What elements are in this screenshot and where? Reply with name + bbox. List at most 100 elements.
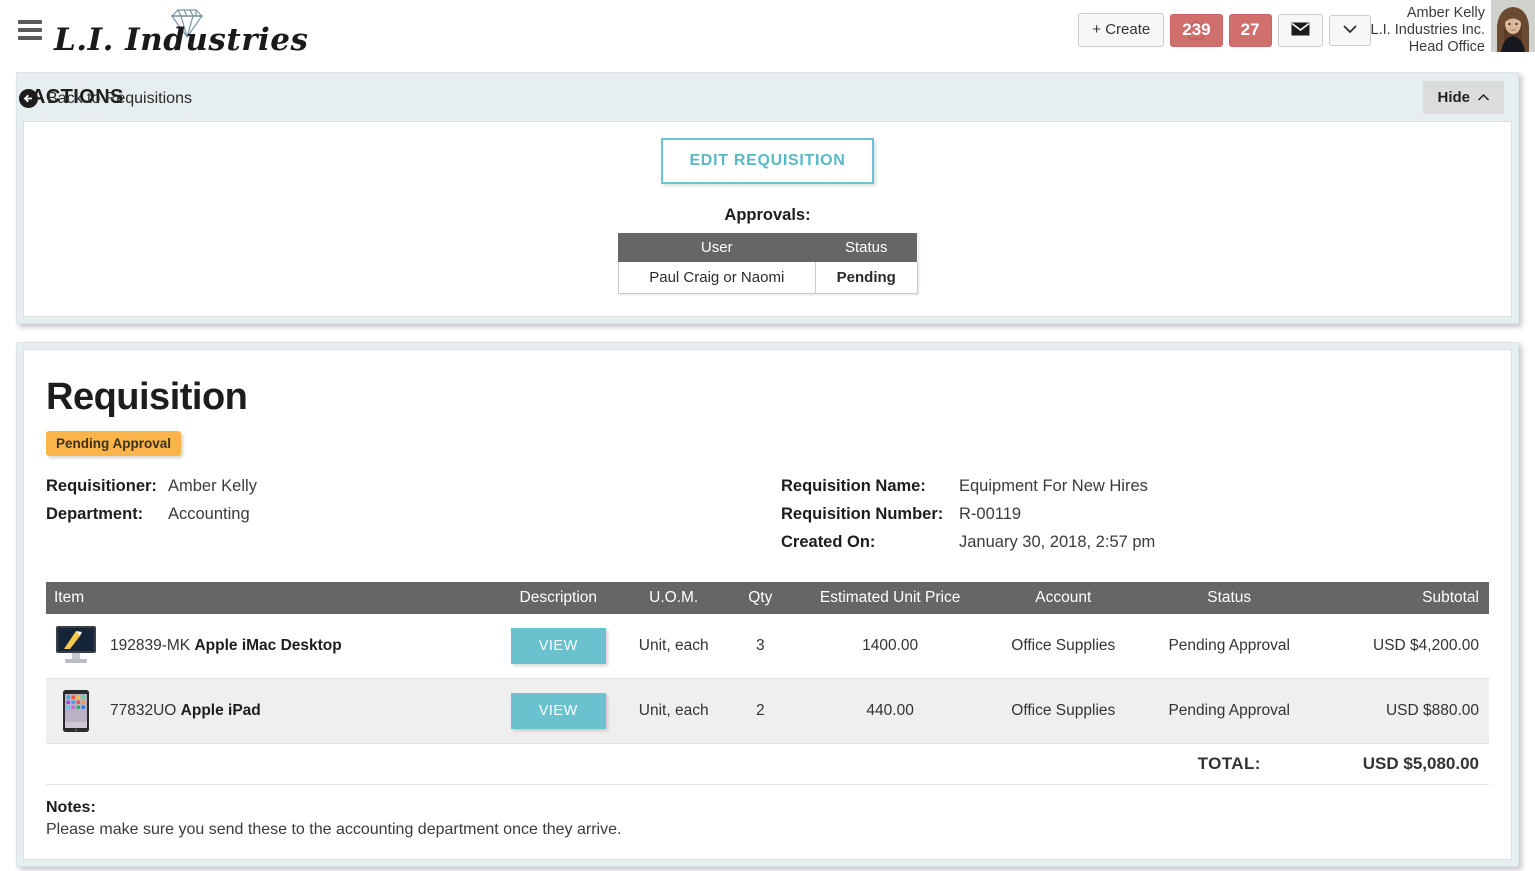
field-requisitioner: Requisitioner: Amber Kelly <box>46 472 781 500</box>
actions-hide-button[interactable]: Hide <box>1423 80 1504 114</box>
user-name: Amber Kelly <box>1406 5 1485 21</box>
item-sku: 77832UO <box>110 702 177 719</box>
items-header-row: Item Description U.O.M. Qty Estimated Un… <box>46 582 1489 614</box>
home-count-value: 239 <box>1182 19 1211 39</box>
top-header-bar: L.I. Industries + Create 239 27 Amber Ke… <box>0 0 1535 108</box>
user-avatar-photo <box>1491 0 1535 52</box>
field-created-on: Created On: January 30, 2018, 2:57 pm <box>781 528 1489 556</box>
envelope-icon <box>1291 22 1310 35</box>
item-sku: 192839-MK <box>110 637 191 654</box>
approvals-header-row: User Status <box>618 233 917 262</box>
alert-count-value: 27 <box>1240 19 1260 39</box>
item-unit-price: 440.00 <box>796 678 984 744</box>
items-col-qty: Qty <box>724 582 797 614</box>
field-created-on-label: Created On: <box>781 533 876 551</box>
item-qty: 3 <box>724 614 797 679</box>
item-cell: 77832UO Apple iPad <box>46 678 494 744</box>
item-subtotal: USD $880.00 <box>1315 678 1489 744</box>
item-name: Apple iPad <box>180 702 261 719</box>
header-dropdown-button[interactable] <box>1328 14 1371 46</box>
field-requisition-number-value: R-00119 <box>959 505 1022 523</box>
item-description-cell: VIEW <box>493 678 624 744</box>
requisition-panel-body: Requisition Pending Approval Requisition… <box>23 349 1512 860</box>
item-name: Apple iMac Desktop <box>194 637 342 654</box>
status-badge: Pending Approval <box>46 431 182 456</box>
item-uom: Unit, each <box>623 678 725 744</box>
total-spacer <box>46 743 1143 785</box>
chevron-up-icon <box>1477 93 1490 101</box>
brand-logo[interactable]: L.I. Industries <box>50 6 308 64</box>
item-status: Pending Approval <box>1142 614 1316 679</box>
actions-panel-header: ACTIONS Hide <box>17 73 1518 121</box>
requisition-items-table: Item Description U.O.M. Qty Estimated Un… <box>46 582 1489 785</box>
item-unit-price: 1400.00 <box>796 614 984 679</box>
items-col-status: Status <box>1142 582 1316 614</box>
item-subtotal: USD $4,200.00 <box>1315 614 1489 679</box>
back-link-label: Back to Requisitions <box>47 89 192 107</box>
field-requisition-number-label: Requisition Number: <box>781 505 944 523</box>
field-requisition-name-label: Requisition Name: <box>781 477 926 495</box>
brand-logo-text: L.I. Industries <box>54 22 309 58</box>
chevron-down-icon <box>1342 24 1357 33</box>
notes-label: Notes: <box>46 799 96 816</box>
field-requisition-name-value: Equipment For New Hires <box>959 477 1148 495</box>
approvals-table: User Status Paul Craig or Naomi Pending <box>617 233 918 294</box>
user-office: Head Office <box>1408 39 1485 55</box>
requisition-panel: Requisition Pending Approval Requisition… <box>16 342 1519 867</box>
requisition-meta-left: Requisitioner: Amber Kelly Department: A… <box>46 472 781 556</box>
approval-status: Pending <box>815 262 918 294</box>
field-department-label: Department: <box>46 505 144 523</box>
avatar[interactable] <box>1491 0 1535 52</box>
header-buttons: + Create 239 27 <box>1078 0 1371 47</box>
approvals-label: Approvals: <box>724 206 811 224</box>
total-label: TOTAL: <box>1142 743 1316 785</box>
item-qty: 2 <box>724 678 797 744</box>
alert-count-badge[interactable]: 27 <box>1228 13 1272 47</box>
imac-desktop-thumbnail <box>56 626 96 663</box>
total-value: USD $5,080.00 <box>1315 743 1489 785</box>
ipad-tablet-thumbnail <box>63 690 89 732</box>
view-item-button[interactable]: VIEW <box>510 693 606 729</box>
header-right-cluster: + Create 239 27 Amber Kelly L.I. Industr… <box>1078 0 1535 56</box>
messages-button[interactable] <box>1277 13 1323 47</box>
item-status: Pending Approval <box>1142 678 1316 744</box>
home-count-badge[interactable]: 239 <box>1170 13 1223 47</box>
table-row: 77832UO Apple iPad VIEW Unit, each 2 440… <box>46 678 1489 744</box>
hamburger-menu-icon[interactable] <box>18 20 42 40</box>
requisition-meta-right: Requisition Name: Equipment For New Hire… <box>781 472 1489 556</box>
notes-section: Notes: Please make sure you send these t… <box>46 799 1489 845</box>
items-col-account: Account <box>983 582 1143 614</box>
page-title: Requisition <box>46 376 248 418</box>
field-requisitioner-label: Requisitioner: <box>46 477 157 495</box>
item-cell: 192839-MK Apple iMac Desktop <box>46 614 494 679</box>
user-company: L.I. Industries Inc. <box>1370 22 1485 38</box>
field-requisitioner-value: Amber Kelly <box>168 477 257 495</box>
actions-panel-body: EDIT REQUISITION Approvals: User Status … <box>23 121 1512 317</box>
total-row: TOTAL: USD $5,080.00 <box>46 743 1489 785</box>
items-col-item: Item <box>46 582 494 614</box>
view-item-button[interactable]: VIEW <box>510 628 606 664</box>
items-col-unit-price: Estimated Unit Price <box>796 582 984 614</box>
items-col-description: Description <box>493 582 624 614</box>
item-description-cell: VIEW <box>493 614 624 679</box>
arrow-left-circle-icon <box>19 89 38 108</box>
approvals-col-user: User <box>618 233 816 262</box>
back-to-requisitions-link[interactable]: Back to Requisitions <box>18 88 192 109</box>
notes-text: Please make sure you send these to the a… <box>46 821 622 838</box>
item-account: Office Supplies <box>983 678 1143 744</box>
table-row: Paul Craig or Naomi Pending <box>617 262 918 294</box>
actions-hide-label: Hide <box>1437 88 1470 106</box>
edit-requisition-button[interactable]: EDIT REQUISITION <box>661 138 874 184</box>
actions-panel: ACTIONS Hide EDIT REQUISITION Approvals:… <box>16 72 1519 324</box>
create-button[interactable]: + Create <box>1078 13 1165 47</box>
approval-user: Paul Craig or Naomi <box>617 262 817 294</box>
field-created-on-value: January 30, 2018, 2:57 pm <box>959 533 1156 551</box>
field-requisition-name: Requisition Name: Equipment For New Hire… <box>781 472 1489 500</box>
item-uom: Unit, each <box>623 614 725 679</box>
requisition-meta: Requisitioner: Amber Kelly Department: A… <box>46 472 1489 556</box>
items-col-uom: U.O.M. <box>623 582 725 614</box>
user-info[interactable]: Amber Kelly L.I. Industries Inc. Head Of… <box>1371 0 1491 56</box>
field-requisition-number: Requisition Number: R-00119 <box>781 500 1489 528</box>
item-account: Office Supplies <box>983 614 1143 679</box>
field-department-value: Accounting <box>168 505 250 523</box>
